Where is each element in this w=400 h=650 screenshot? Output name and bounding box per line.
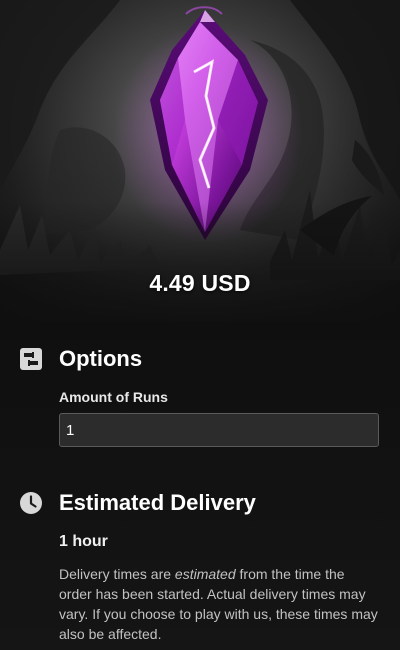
price-label: 4.49 USD — [149, 270, 251, 296]
delivery-note: Delivery times are estimated from the ti… — [59, 564, 381, 644]
hero-banner: 4.49 USD — [0, 0, 400, 322]
delivery-header: Estimated Delivery — [20, 490, 256, 516]
clock-icon — [20, 492, 42, 514]
service-page: 4.49 USD Options Amount of Runs Estimate… — [0, 0, 400, 650]
delivery-title: Estimated Delivery — [59, 490, 256, 515]
options-header: Options — [20, 346, 142, 372]
runs-input[interactable] — [59, 413, 379, 447]
options-sliders-icon — [20, 348, 42, 370]
hero-fade-overlay — [0, 202, 400, 322]
delivery-note-part1: Delivery times are — [59, 566, 175, 582]
delivery-note-emphasis: estimated — [174, 566, 236, 582]
options-title: Options — [59, 346, 143, 371]
delivery-time: 1 hour — [59, 533, 108, 550]
details-panel: Options Amount of Runs Estimated Deliver… — [0, 322, 400, 650]
runs-label: Amount of Runs — [59, 389, 168, 405]
